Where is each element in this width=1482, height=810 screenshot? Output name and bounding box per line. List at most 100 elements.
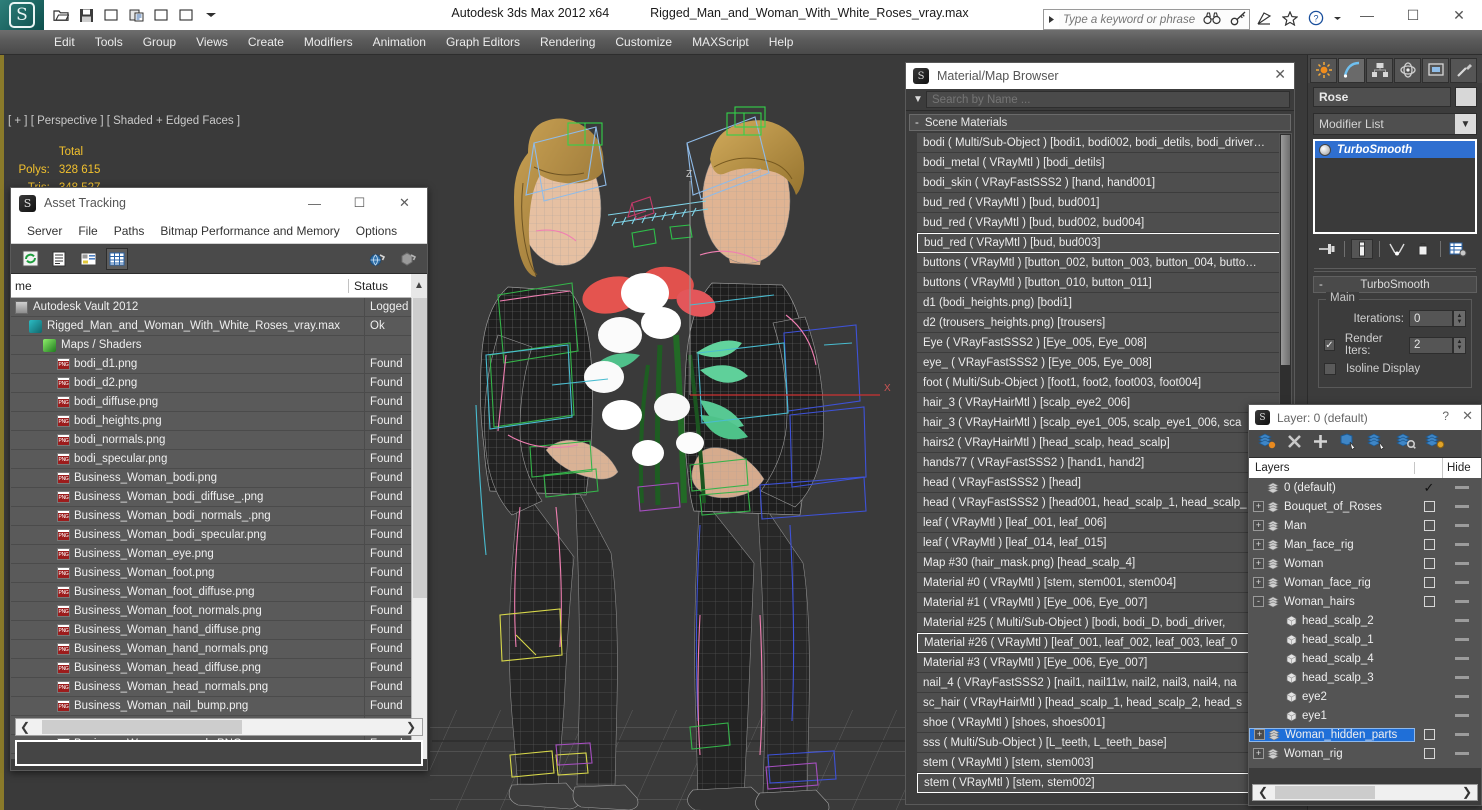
layer-current-cell[interactable] <box>1415 748 1443 759</box>
minimize-button[interactable]: — <box>1344 0 1390 30</box>
layer-hide-cell[interactable] <box>1443 486 1481 489</box>
material-row[interactable]: sss ( Multi/Sub-Object ) [L_teeth, L_tee… <box>917 733 1291 753</box>
layer-hide-cell[interactable] <box>1443 524 1481 527</box>
save-icon[interactable] <box>75 4 97 26</box>
layer-checkbox[interactable] <box>1423 520 1435 531</box>
material-row[interactable]: hairs2 ( VRayHairMtl ) [head_scalp, head… <box>917 433 1291 453</box>
layer-hscroll-left-arrow[interactable]: ❮ <box>1254 785 1272 800</box>
layer-manager-close-button[interactable]: ✕ <box>1462 408 1473 424</box>
material-row[interactable]: Material #0 ( VRayMtl ) [stem, stem001, … <box>917 573 1291 593</box>
menu-group[interactable]: Group <box>133 32 186 52</box>
render-iters-checkbox[interactable]: ✓ <box>1324 339 1335 351</box>
layer-hide-cell[interactable] <box>1443 600 1481 603</box>
layer-checkbox[interactable] <box>1423 501 1435 512</box>
hscroll-right-arrow[interactable]: ❯ <box>402 720 420 734</box>
help-icon[interactable]: ? <box>1306 8 1326 28</box>
asset-row[interactable]: Business_Woman_nail_bump.pngFound <box>11 696 427 716</box>
app-logo-icon[interactable]: S <box>0 0 44 30</box>
layer-row[interactable]: 0 (default) ✓ <box>1249 478 1481 497</box>
select-objects-icon[interactable] <box>1338 432 1358 455</box>
asset-row[interactable]: bodi_heights.pngFound <box>11 411 427 431</box>
delete-layer-icon[interactable] <box>1286 433 1303 455</box>
render-iters-spinner-arrows[interactable]: ▲ ▼ <box>1453 336 1466 354</box>
expand-icon[interactable]: + <box>1253 558 1264 569</box>
qat-dropdown-icon[interactable] <box>200 4 222 26</box>
material-row[interactable]: buttons ( VRayMtl ) [button_002, button_… <box>917 253 1291 273</box>
layer-row[interactable]: + Woman_rig <box>1249 744 1481 763</box>
help-dropdown-icon[interactable] <box>1332 8 1342 28</box>
layer-row[interactable]: head_scalp_3 <box>1249 668 1481 687</box>
layer-row[interactable]: eye2 <box>1249 687 1481 706</box>
close-button[interactable]: ✕ <box>1436 0 1482 30</box>
layer-hide-cell[interactable] <box>1443 619 1481 622</box>
column-header-name[interactable]: me <box>11 278 349 293</box>
asset-row[interactable]: Autodesk Vault 2012 Logged O <box>11 298 427 317</box>
layer-current-cell[interactable] <box>1415 577 1443 588</box>
grid-view-icon[interactable] <box>106 247 128 270</box>
refresh-icon[interactable] <box>19 248 41 270</box>
layer-row[interactable]: head_scalp_2 <box>1249 611 1481 630</box>
asset-row[interactable]: bodi_specular.pngFound <box>11 449 427 469</box>
pin-stack-icon[interactable] <box>1316 239 1338 259</box>
object-name-field[interactable]: Rose <box>1313 87 1451 107</box>
layer-list-hscrollbar[interactable]: ❮ ❯ <box>1252 784 1478 801</box>
display-tab-icon[interactable] <box>1422 57 1449 83</box>
asset-row[interactable]: Business_Woman_bodi_specular.pngFound <box>11 525 427 545</box>
asset-row[interactable]: Business_Woman_eye.pngFound <box>11 544 427 564</box>
render-iters-spinner[interactable]: ▲▼ <box>1409 336 1466 354</box>
material-row[interactable]: Material #25 ( Multi/Sub-Object ) [bodi,… <box>917 613 1291 633</box>
scene-materials-group-header[interactable]: - Scene Materials <box>909 114 1291 131</box>
expand-icon[interactable]: + <box>1253 501 1264 512</box>
layer-hide-cell[interactable] <box>1443 638 1481 641</box>
material-row[interactable]: bodi_skin ( VRayFastSSS2 ) [hand, hand00… <box>917 173 1291 193</box>
layer-properties-icon[interactable] <box>1425 432 1445 455</box>
layer-current-cell[interactable] <box>1415 558 1443 569</box>
layer-manager-title-bar[interactable]: S Layer: 0 (default) ? ✕ <box>1249 405 1481 430</box>
asset-list-hscrollbar[interactable]: ❮ ❯ <box>15 718 423 736</box>
material-row[interactable]: hair_3 ( VRayHairMtl ) [scalp_eye2_006] <box>917 393 1291 413</box>
material-row[interactable]: Map #30 (hair_mask.png) [head_scalp_4] <box>917 553 1291 573</box>
satellite-icon[interactable] <box>1254 8 1274 28</box>
layer-checkbox[interactable] <box>1423 558 1435 569</box>
layer-hscroll-right-arrow[interactable]: ❯ <box>1458 785 1476 800</box>
remove-modifier-icon[interactable] <box>1412 239 1434 259</box>
object-color-swatch[interactable] <box>1455 87 1477 107</box>
key-icon[interactable] <box>1228 8 1248 28</box>
chevron-down-icon[interactable]: ▼ <box>1455 114 1476 134</box>
material-list-vscroll-thumb[interactable] <box>1281 135 1290 365</box>
at-menu-server[interactable]: Server <box>19 222 70 240</box>
at-menu-file[interactable]: File <box>70 222 105 240</box>
asset-row[interactable]: bodi_d1.pngFound <box>11 354 427 374</box>
layer-row[interactable]: head_scalp_4 <box>1249 649 1481 668</box>
vault-globe-icon[interactable] <box>367 248 389 270</box>
layer-current-cell[interactable]: ✓ <box>1415 481 1443 494</box>
iterations-spinner-arrows[interactable]: ▲ ▼ <box>1453 310 1466 327</box>
layer-current-cell[interactable] <box>1415 729 1443 740</box>
layer-hide-cell[interactable] <box>1443 657 1481 660</box>
collapse-icon[interactable]: - <box>1253 596 1264 607</box>
layer-current-cell[interactable] <box>1415 501 1443 512</box>
utilities-tab-icon[interactable] <box>1450 57 1477 83</box>
menu-rendering[interactable]: Rendering <box>530 32 605 52</box>
asset-row[interactable]: Business_Woman_foot_diffuse.pngFound <box>11 582 427 602</box>
iterations-input[interactable] <box>1409 310 1453 327</box>
material-row[interactable]: Material #1 ( VRayMtl ) [Eye_006, Eye_00… <box>917 593 1291 613</box>
iterations-spinner[interactable]: ▲▼ <box>1409 310 1466 327</box>
new-icon[interactable] <box>150 4 172 26</box>
at-menu-bitmap-performance[interactable]: Bitmap Performance and Memory <box>152 222 347 240</box>
select-highlighted-icon[interactable] <box>1367 432 1387 455</box>
asset-row[interactable]: Business_Woman_head_diffuse.pngFound <box>11 658 427 678</box>
vault-icon[interactable] <box>397 248 419 270</box>
help-button[interactable]: ? <box>1442 409 1449 423</box>
material-search-input[interactable] <box>926 91 1290 108</box>
asset-row[interactable]: Rigged_Man_and_Woman_With_White_Roses_vr… <box>11 316 427 336</box>
material-row[interactable]: sc_hair ( VRayHairMtl ) [head_scalp_1, h… <box>917 693 1291 713</box>
layer-checkbox[interactable] <box>1423 729 1435 740</box>
material-row[interactable]: head ( VRayFastSSS2 ) [head001, head_sca… <box>917 493 1291 513</box>
menu-customize[interactable]: Customize <box>605 32 682 52</box>
list-view-icon[interactable] <box>48 248 70 270</box>
layer-hide-cell[interactable] <box>1443 714 1481 717</box>
layer-row[interactable]: + Bouquet_of_Roses <box>1249 497 1481 516</box>
material-row[interactable]: head ( VRayFastSSS2 ) [head] <box>917 473 1291 493</box>
material-row[interactable]: bud_red ( VRayMtl ) [bud, bud003] <box>917 233 1291 253</box>
